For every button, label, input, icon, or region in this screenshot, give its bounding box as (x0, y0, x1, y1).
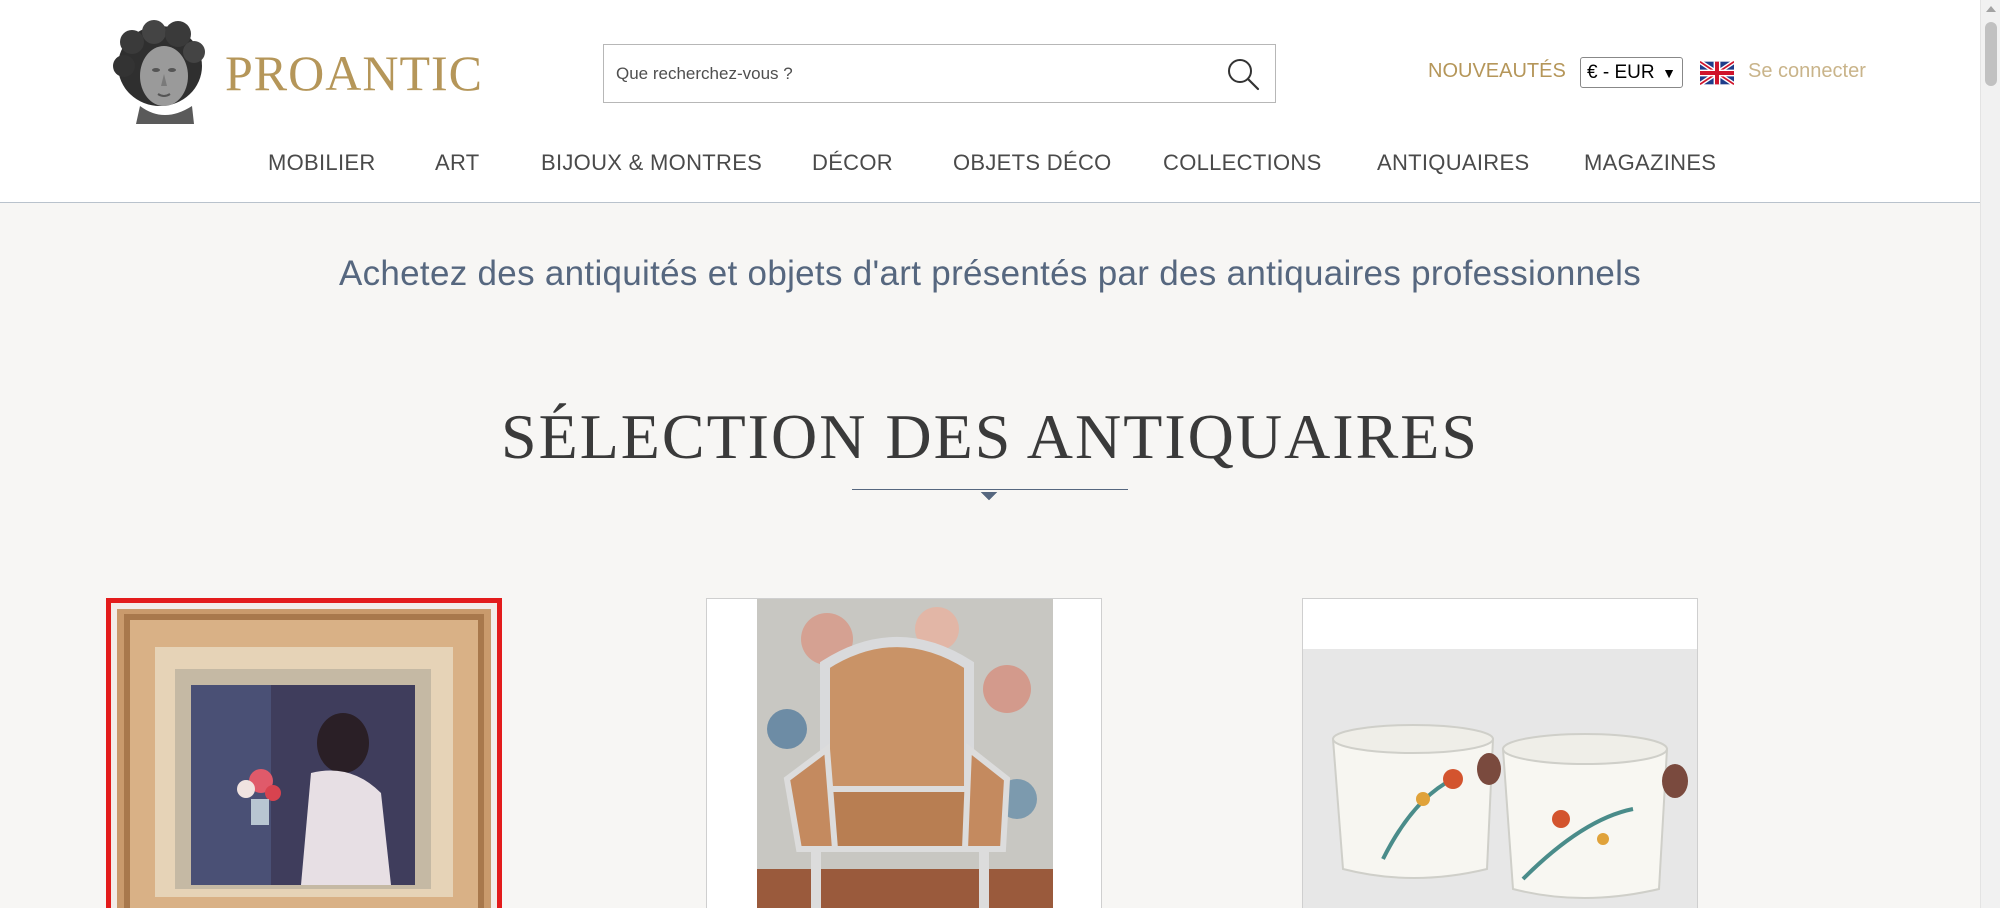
product-card-armchair[interactable] (706, 598, 1102, 908)
currency-value: € - EUR (1587, 61, 1655, 83)
nav-item-objets-deco[interactable]: OBJETS DÉCO (953, 150, 1112, 176)
tagline: Achetez des antiquités et objets d'art p… (338, 254, 1642, 293)
nav-item-art[interactable]: ART (435, 150, 480, 176)
uk-flag-icon[interactable] (1700, 60, 1734, 86)
brand-logo-text[interactable]: PROANTIC (225, 44, 483, 102)
divider-ornament-icon (981, 484, 998, 501)
product-card-painting[interactable] (106, 598, 502, 908)
nav-item-bijoux-montres[interactable]: BIJOUX & MONTRES (541, 150, 762, 176)
nav-item-magazines[interactable]: MAGAZINES (1584, 150, 1716, 176)
login-link[interactable]: Se connecter (1748, 60, 1866, 83)
search-box (603, 44, 1276, 103)
search-input[interactable] (616, 55, 1206, 93)
vertical-scrollbar[interactable] (1980, 0, 2000, 908)
nav-item-collections[interactable]: COLLECTIONS (1163, 150, 1322, 176)
currency-select[interactable]: € - EUR ▼ (1580, 57, 1683, 88)
title-divider (852, 489, 1128, 490)
new-arrivals-link[interactable]: NOUVEAUTÉS (1428, 60, 1566, 83)
logo-bust-icon[interactable] (110, 20, 210, 124)
porcelain-pots-image (1303, 599, 1697, 908)
nav-item-antiquaires[interactable]: ANTIQUAIRES (1377, 150, 1529, 176)
scrollbar-thumb[interactable] (1985, 22, 1997, 86)
nav-item-mobilier[interactable]: MOBILIER (268, 150, 376, 176)
search-icon[interactable] (1225, 56, 1261, 92)
chevron-down-icon: ▼ (1662, 64, 1676, 81)
scroll-up-arrow-icon[interactable] (1986, 6, 1996, 12)
armchair-image (707, 599, 1101, 908)
product-card-porcelain[interactable] (1302, 598, 1698, 908)
nav-item-decor[interactable]: DÉCOR (812, 150, 893, 176)
framed-painting-image (111, 603, 497, 908)
site-header: PROANTIC NOUVEAUTÉS € - EUR ▼ Se connect… (0, 0, 1980, 203)
main-nav: MOBILIER ART BIJOUX & MONTRES DÉCOR OBJE… (0, 150, 1980, 180)
section-title: SÉLECTION DES ANTIQUAIRES (501, 401, 1479, 472)
